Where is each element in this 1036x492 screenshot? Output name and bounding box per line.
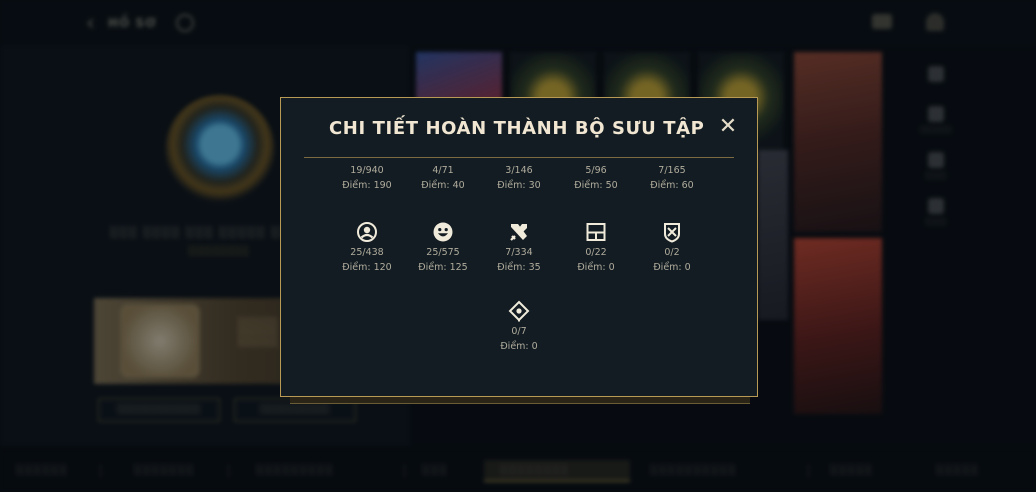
- category-count: 19/940: [350, 165, 384, 176]
- collection-category: 0/22 Điểm: 0: [557, 221, 635, 275]
- collection-category: 25/438 Điểm: 120: [328, 221, 406, 275]
- category-count: 0/2: [664, 247, 680, 258]
- category-count: 25/575: [426, 247, 460, 258]
- title-divider: [304, 157, 734, 158]
- category-count: 7/334: [505, 247, 533, 258]
- category-points: Điểm: 60: [650, 180, 694, 191]
- category-count: 4/71: [432, 165, 454, 176]
- category-count: 7/165: [658, 165, 686, 176]
- collection-category: 5/96 Điểm: 50: [557, 163, 635, 193]
- close-button[interactable]: ✕: [717, 116, 739, 138]
- category-points: Điểm: 0: [653, 262, 691, 273]
- collection-category: 3/146 Điểm: 30: [480, 163, 558, 193]
- category-points: Điểm: 40: [421, 180, 465, 191]
- diamond-ward-icon: [508, 300, 530, 322]
- category-count: 5/96: [585, 165, 607, 176]
- collection-category: 25/575 Điểm: 125: [404, 221, 482, 275]
- category-count: 0/22: [585, 247, 607, 258]
- modal-bottom-edge: [290, 397, 750, 404]
- category-count: 3/146: [505, 165, 533, 176]
- collection-category: 7/165 Điểm: 60: [633, 163, 711, 193]
- category-points: Điểm: 0: [500, 341, 538, 352]
- category-count: 0/7: [511, 326, 527, 337]
- collection-list[interactable]: 19/940 Điểm: 190 4/71 Điểm: 40 3/146 Điể…: [281, 159, 756, 395]
- category-points: Điểm: 190: [342, 180, 392, 191]
- category-points: Điểm: 35: [497, 262, 541, 273]
- modal-title: CHI TIẾT HOÀN THÀNH BỘ SƯU TẬP: [329, 118, 705, 139]
- crossed-swords-icon: [510, 224, 527, 241]
- category-points: Điểm: 0: [577, 262, 615, 273]
- category-count: 25/438: [350, 247, 384, 258]
- category-points: Điểm: 30: [497, 180, 541, 191]
- collection-category: 4/71 Điểm: 40: [404, 163, 482, 193]
- collection-category: 7/334 Điểm: 35: [480, 221, 558, 275]
- category-points: Điểm: 50: [574, 180, 618, 191]
- collection-category: 0/7 Điểm: 0: [480, 300, 558, 354]
- category-points: Điểm: 125: [418, 262, 468, 273]
- collection-details-modal: CHI TIẾT HOÀN THÀNH BỘ SƯU TẬP ✕ 19/940 …: [280, 97, 758, 397]
- category-points: Điểm: 120: [342, 262, 392, 273]
- collection-category: 19/940 Điểm: 190: [328, 163, 406, 193]
- emote-icon: [433, 222, 453, 242]
- profile-icon: [357, 222, 377, 242]
- collection-category: 0/2 Điểm: 0: [633, 221, 711, 275]
- window-frame-icon: [586, 223, 606, 241]
- shield-badge-icon: [664, 223, 680, 243]
